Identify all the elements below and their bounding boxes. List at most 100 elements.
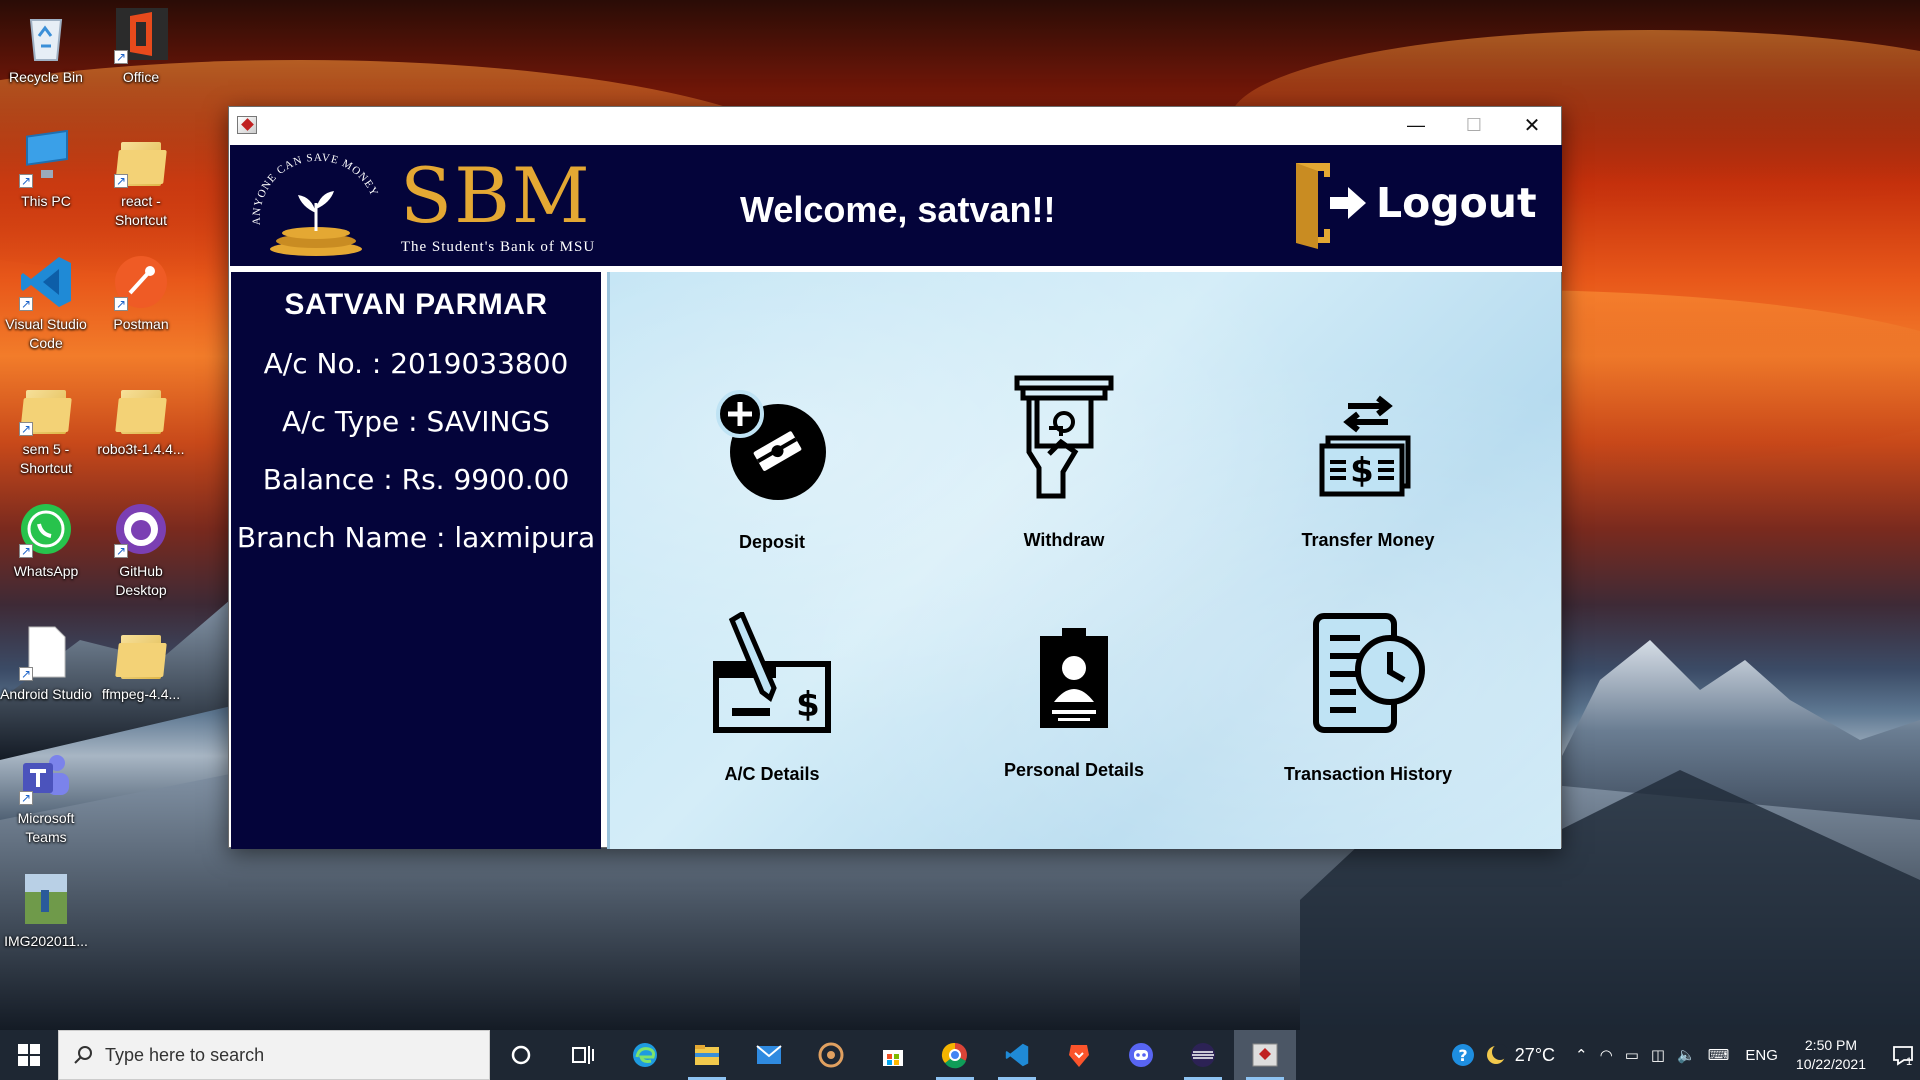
image-thumbnail-icon: [17, 870, 75, 928]
withdraw-label: Withdraw: [1023, 530, 1105, 550]
close-button[interactable]: ✕: [1503, 107, 1561, 144]
deposit-label: Deposit: [738, 532, 805, 552]
clock[interactable]: 2:50 PM 10/22/2021: [1796, 1036, 1866, 1074]
deposit-button[interactable]: Deposit: [652, 384, 892, 553]
brand-tagline: The Student's Bank of MSU: [400, 239, 596, 255]
taskbar-vscode[interactable]: [986, 1030, 1048, 1080]
search-icon: [74, 1046, 92, 1064]
recycle-bin-icon: [17, 6, 75, 64]
office-icon: [112, 6, 170, 67]
taskbar-eclipse[interactable]: [1172, 1030, 1234, 1080]
start-button[interactable]: [0, 1030, 58, 1080]
profile-card-icon: [1040, 628, 1108, 728]
app-header: ANYONE CAN SAVE MONEY SBM The Student's …: [230, 145, 1562, 266]
weather-temperature: 27°C: [1514, 1044, 1556, 1065]
clock-date: 10/22/2021: [1795, 1056, 1866, 1072]
search-placeholder: Type here to search: [105, 1044, 265, 1065]
bank-logo-emblem: ANYONE CAN SAVE MONEY: [251, 153, 379, 256]
desktop-icon-react-shortcut[interactable]: react - Shortcut: [95, 130, 187, 230]
desktop-icon-label: Microsoft Teams: [17, 810, 75, 845]
desktop-icon-this-pc[interactable]: This PC: [0, 129, 92, 211]
volume-icon[interactable]: 🔈: [1677, 1046, 1696, 1064]
desktop-icon-whatsapp[interactable]: WhatsApp: [0, 500, 92, 581]
tray-icons: ⌃ ◠ ▭ ◫ 🔈 ⌨: [1575, 1046, 1729, 1064]
edge-icon: [633, 1043, 657, 1067]
transaction-history-label: Transaction History: [1283, 764, 1453, 784]
taskbar-chrome[interactable]: [924, 1030, 986, 1080]
battery-icon[interactable]: ▭: [1625, 1046, 1639, 1064]
folder-icon: [112, 378, 170, 436]
desktop-icon-android-studio[interactable]: Android Studio: [0, 623, 92, 704]
desktop-icon-ffmpeg[interactable]: ffmpeg-4.4...: [95, 623, 187, 704]
taskbar-java-app[interactable]: [1234, 1030, 1296, 1080]
file-icon: [17, 623, 75, 684]
device-icon[interactable]: ◫: [1651, 1046, 1665, 1064]
desktop-icon-postman[interactable]: Postman: [95, 253, 187, 334]
github-icon: [112, 500, 170, 561]
teams-icon: [17, 747, 75, 808]
windows-logo-icon: [18, 1044, 40, 1066]
desktop-icon-label: Postman: [113, 316, 169, 332]
desktop-icon-microsoft-teams[interactable]: Microsoft Teams: [0, 747, 92, 847]
withdraw-icon: [1014, 375, 1114, 499]
svg-text:$: $: [1350, 451, 1374, 491]
taskbar-discord[interactable]: [1110, 1030, 1172, 1080]
taskbar-brave[interactable]: [1048, 1030, 1110, 1080]
ac-details-button[interactable]: $ A/C Details: [652, 612, 892, 785]
desktop-icon-sem5-shortcut[interactable]: sem 5 - Shortcut: [0, 378, 92, 478]
minimize-button[interactable]: —: [1387, 107, 1445, 144]
logout-label: Logout: [1376, 179, 1537, 227]
folder-icon: [112, 623, 170, 681]
svg-text:?: ?: [1458, 1046, 1467, 1065]
account-type: A/c Type : SAVINGS: [282, 405, 550, 438]
help-icon: ?: [1451, 1044, 1474, 1066]
cortana-icon: [511, 1045, 531, 1065]
withdraw-button[interactable]: Withdraw: [944, 372, 1184, 551]
actions-panel: Deposit Withdraw $ Transfer Money $ A/C …: [607, 272, 1561, 849]
notification-center-button[interactable]: 1: [1884, 1030, 1920, 1080]
logout-door-icon: [1296, 163, 1366, 249]
desktop-icon-recycle-bin[interactable]: Recycle Bin: [0, 6, 92, 87]
brave-icon: [1069, 1045, 1089, 1067]
discord-icon: [1129, 1043, 1153, 1067]
logout-button[interactable]: Logout: [1290, 155, 1540, 251]
vscode-icon: [1005, 1043, 1029, 1067]
taskbar: Type here to search ? 27°C ⌃ ◠ ▭ ◫ 🔈 ⌨ E…: [0, 1030, 1920, 1080]
transfer-icon: $: [1319, 395, 1411, 497]
maximize-button[interactable]: ☐: [1445, 107, 1503, 144]
desktop-icon-label: robo3t-1.4.4...: [97, 441, 185, 457]
java-app-icon: [1252, 1043, 1278, 1067]
cortana-button[interactable]: [490, 1030, 552, 1080]
desktop-icon-vscode[interactable]: Visual Studio Code: [0, 253, 92, 353]
desktop-icon-label: Android Studio: [0, 686, 92, 702]
desktop-icon-github-desktop[interactable]: GitHub Desktop: [95, 500, 187, 600]
personal-details-button[interactable]: Personal Details: [954, 622, 1194, 781]
weather-widget[interactable]: 27°C: [1485, 1044, 1555, 1066]
language-indicator[interactable]: ENG: [1745, 1047, 1778, 1064]
taskbar-groove-music[interactable]: [800, 1030, 862, 1080]
computer-icon: [17, 129, 75, 191]
taskbar-mail[interactable]: [738, 1030, 800, 1080]
eclipse-icon: [1191, 1043, 1215, 1067]
help-button[interactable]: ?: [1441, 1030, 1485, 1080]
window-titlebar[interactable]: — ☐ ✕: [229, 107, 1561, 144]
transaction-history-button[interactable]: Transaction History: [1248, 612, 1488, 785]
taskbar-edge[interactable]: [614, 1030, 676, 1080]
wifi-icon[interactable]: ◠: [1600, 1046, 1613, 1064]
taskbar-search[interactable]: Type here to search: [58, 1030, 490, 1080]
transfer-money-button[interactable]: $ Transfer Money: [1248, 392, 1488, 551]
taskbar-file-explorer[interactable]: [676, 1030, 738, 1080]
desktop-icon-office[interactable]: Office: [95, 6, 187, 87]
desktop-icon-label: Recycle Bin: [9, 69, 83, 85]
desktop-icon-image[interactable]: IMG202011...: [0, 870, 92, 951]
taskbar-store[interactable]: [862, 1030, 924, 1080]
account-holder-name: SATVAN PARMAR: [284, 288, 548, 321]
keyboard-icon[interactable]: ⌨: [1708, 1046, 1730, 1064]
vscode-icon: [17, 253, 75, 314]
store-icon: [883, 1050, 903, 1066]
chevron-up-icon[interactable]: ⌃: [1575, 1046, 1588, 1064]
account-number: A/c No. : 2019033800: [263, 347, 569, 380]
desktop-icon-robo3t[interactable]: robo3t-1.4.4...: [95, 378, 187, 459]
desktop-icon-label: WhatsApp: [13, 563, 79, 579]
task-view-button[interactable]: [552, 1030, 614, 1080]
